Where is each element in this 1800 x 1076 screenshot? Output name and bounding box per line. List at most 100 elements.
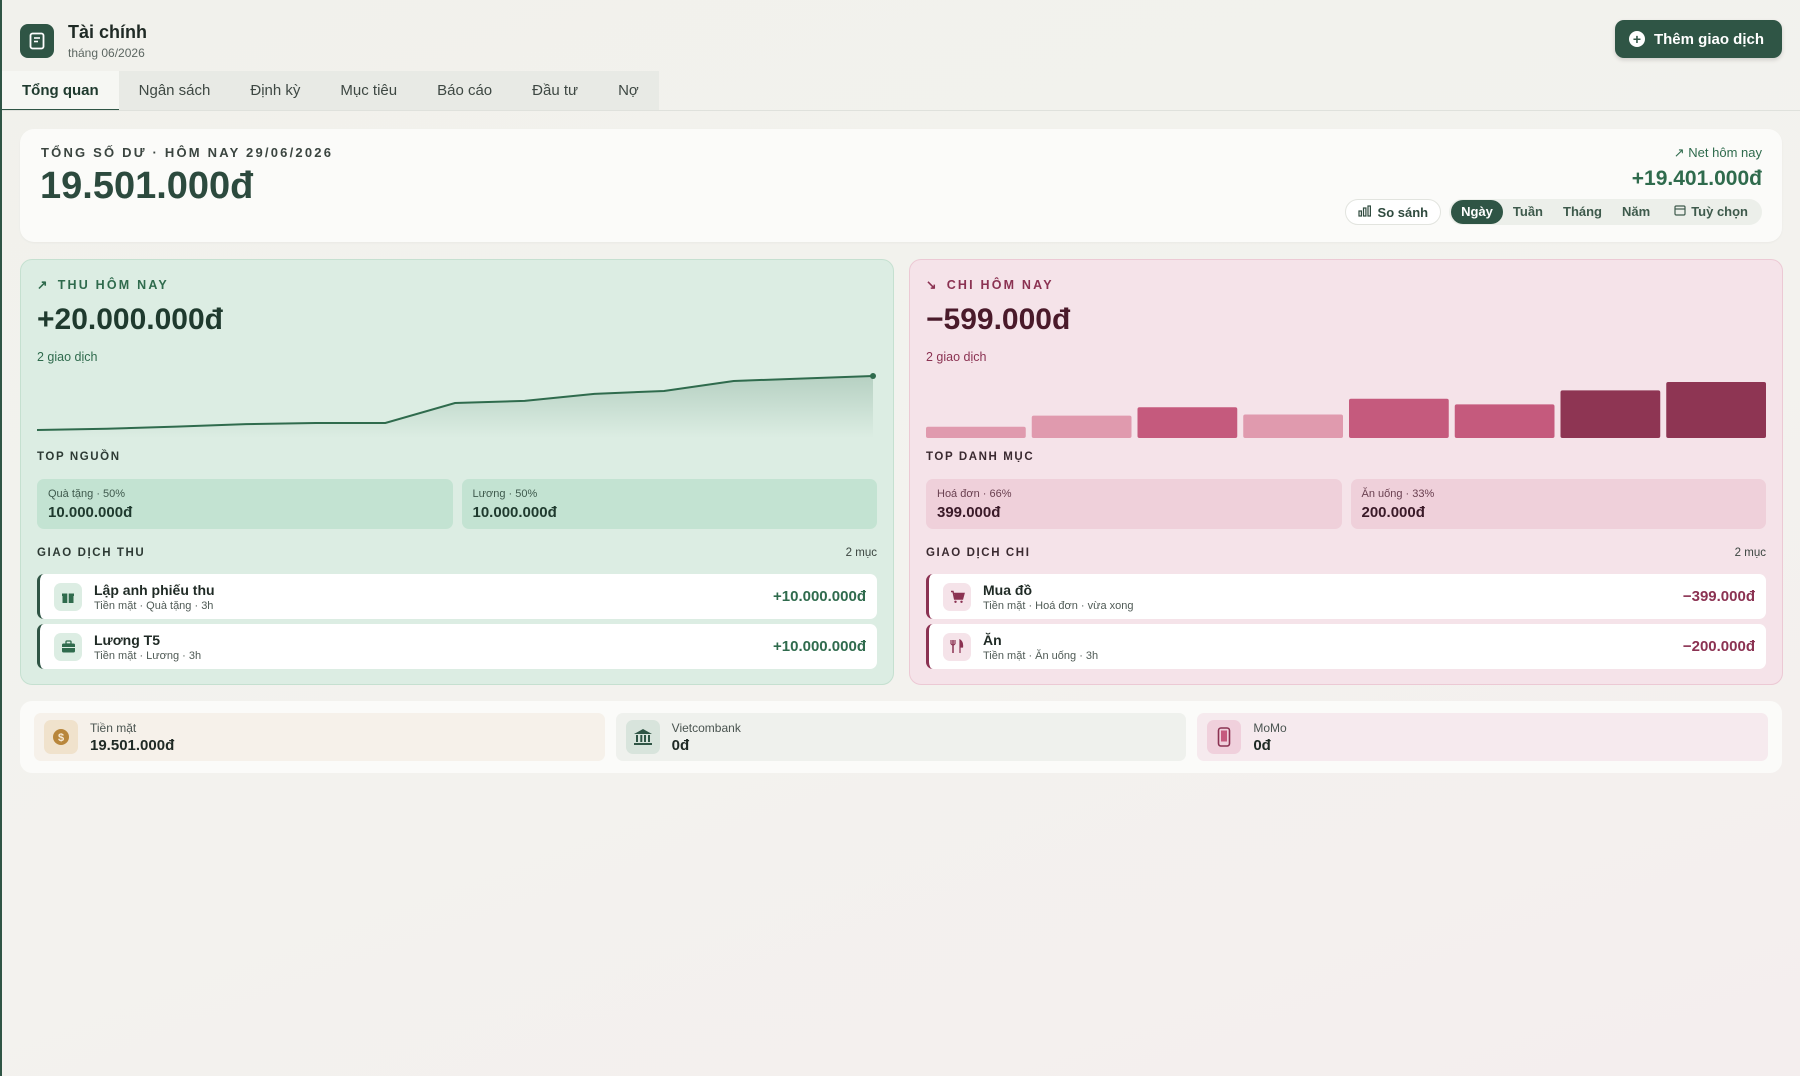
period-year[interactable]: Năm [1612,200,1660,224]
cart-icon [943,582,971,611]
category-chip[interactable]: Ăn uống · 33% 200.000đ [1350,479,1766,529]
category-chip-label: Ăn uống · 33% [1361,488,1435,500]
app-title-block: Tài chính tháng 06/2026 [68,22,147,60]
period-month[interactable]: Tháng [1553,200,1612,224]
app-header: Tài chính tháng 06/2026 [20,22,147,60]
tab-divider [2,110,1800,111]
bar-chart-icon [1357,204,1372,220]
main-tabs: Tổng quan Ngân sách Định kỳ Mục tiêu Báo… [2,71,659,111]
expense-transaction-row[interactable]: Mua đồ Tiền mặt · Hoá đơn · vừa xong −39… [926,574,1766,619]
tab-budget[interactable]: Ngân sách [119,71,231,111]
expense-bar-chart [926,382,1766,438]
arrow-down-right-icon: ↘ [926,278,939,292]
account-text: Vietcombank 0đ [672,721,741,754]
expense-bar [1031,415,1132,438]
app-subtitle: tháng 06/2026 [68,46,145,60]
expense-bar [1243,414,1343,438]
svg-text:$: $ [58,732,64,744]
period-week[interactable]: Tuần [1503,200,1553,224]
account-balance: 19.501.000đ [90,736,175,754]
period-custom-label: Tuỳ chọn [1691,204,1748,219]
top-sources-label: TOP NGUỒN [37,451,121,463]
tab-debts[interactable]: Nợ [598,71,659,111]
transaction-meta: Tiền mặt · Hoá đơn · vừa xong [983,599,1134,612]
expense-tx-label: GIAO DỊCH CHI [926,547,1031,559]
income-amount: +20.000.000đ [37,303,223,336]
source-chip[interactable]: Lương · 50% 10.000.000đ [461,479,877,529]
accounts-strip: $ Tiền mặt 19.501.000đ Vietcombank 0đ Mo… [20,701,1782,773]
income-tx-count: 2 mục [845,547,877,559]
arrow-up-right-icon: ↗ [37,278,50,292]
income-trend-chart [37,373,876,438]
category-chip-value: 200.000đ [1361,504,1425,521]
tab-goals[interactable]: Mục tiêu [320,71,417,111]
account-vietcombank[interactable]: Vietcombank 0đ [615,713,1187,761]
coin-icon: $ [44,720,78,754]
income-transaction-row[interactable]: Lương T5 Tiền mặt · Lương · 3h +10.000.0… [37,624,877,669]
top-categories: Hoá đơn · 66% 399.000đ Ăn uống · 33% 200… [926,479,1766,529]
category-chip-label: Hoá đơn · 66% [937,488,1012,500]
account-name: MoMo [1253,720,1287,735]
plus-icon: + [1628,31,1645,47]
top-categories-label: TOP DANH MỤC [926,451,1035,463]
phone-icon [1207,720,1242,754]
account-balance: 0đ [671,736,690,754]
transaction-amount: −399.000đ [1682,588,1755,605]
tab-reports[interactable]: Báo cáo [417,71,512,111]
expense-count: 2 giao dịch [926,350,987,364]
arrow-up-right-icon: ↗ [1673,145,1685,160]
account-name: Vietcombank [671,720,741,735]
expense-transaction-row[interactable]: Ăn Tiền mặt · Ăn uống · 3h −200.000đ [926,624,1766,669]
category-chip[interactable]: Hoá đơn · 66% 399.000đ [926,479,1342,529]
period-day[interactable]: Ngày [1451,200,1503,224]
income-transaction-row[interactable]: Lập anh phiếu thu Tiền mặt · Quà tặng · … [37,574,877,619]
account-momo[interactable]: MoMo 0đ [1197,713,1769,761]
source-chip-label: Quà tặng · 50% [48,488,126,500]
transaction-text: Mua đồ Tiền mặt · Hoá đơn · vừa xong [983,582,1134,612]
transaction-amount: +10.000.000đ [773,638,866,655]
compare-button[interactable]: So sánh [1344,199,1442,225]
account-balance: 0đ [1253,736,1271,754]
utensils-icon [943,632,971,661]
briefcase-icon [54,632,82,661]
income-transactions: Lập anh phiếu thu Tiền mặt · Quà tặng · … [37,574,877,669]
net-today-value: +19.401.000đ [1631,167,1762,190]
account-cash[interactable]: $ Tiền mặt 19.501.000đ [34,713,605,761]
tab-recurring[interactable]: Định kỳ [230,71,320,111]
account-text: MoMo 0đ [1253,721,1286,754]
balance-amount: 19.501.000đ [40,165,254,207]
category-chip-value: 399.000đ [937,504,1001,521]
expense-bar [926,426,1026,438]
expense-panel: ↘ CHI HÔM NAY −599.000đ 2 giao dịch TOP … [909,259,1783,685]
expense-title-text: CHI HÔM NAY [946,277,1054,292]
gift-icon [54,582,82,611]
app-logo-icon[interactable] [20,24,54,58]
transaction-amount: −200.000đ [1682,638,1755,655]
period-custom[interactable]: Tuỳ chọn [1660,200,1760,224]
expense-bar [1137,407,1238,438]
expense-bar [1666,382,1766,438]
transaction-amount: +10.000.000đ [773,588,866,605]
expense-transactions: Mua đồ Tiền mặt · Hoá đơn · vừa xong −39… [926,574,1766,669]
account-name: Tiền mặt [90,720,137,735]
source-chip-value: 10.000.000đ [48,504,133,521]
add-transaction-button[interactable]: + Thêm giao dịch [1614,20,1782,58]
expense-title: ↘ CHI HÔM NAY [926,277,1054,293]
income-trend-point [870,373,876,379]
expense-tx-count: 2 mục [1734,547,1766,559]
app-root: Tài chính tháng 06/2026 + Thêm giao dịch… [0,0,1800,1076]
source-chip[interactable]: Quà tặng · 50% 10.000.000đ [37,479,453,529]
tab-overview[interactable]: Tổng quan [2,71,119,111]
transaction-meta: Tiền mặt · Lương · 3h [94,649,202,662]
account-text: Tiền mặt 19.501.000đ [90,721,174,754]
expense-bar [1349,398,1449,438]
app-title: Tài chính [68,22,148,42]
source-chip-value: 10.000.000đ [472,504,557,521]
tab-investments[interactable]: Đầu tư [512,71,598,111]
transaction-text: Ăn Tiền mặt · Ăn uống · 3h [983,632,1098,662]
transaction-title: Ăn [983,631,1002,648]
net-today-text: Net hôm nay [1688,145,1762,160]
top-sources: Quà tặng · 50% 10.000.000đ Lương · 50% 1… [37,479,877,529]
income-panel: ↗ THU HÔM NAY +20.000.000đ 2 giao dịch T… [20,259,894,685]
transaction-title: Lập anh phiếu thu [94,581,215,598]
